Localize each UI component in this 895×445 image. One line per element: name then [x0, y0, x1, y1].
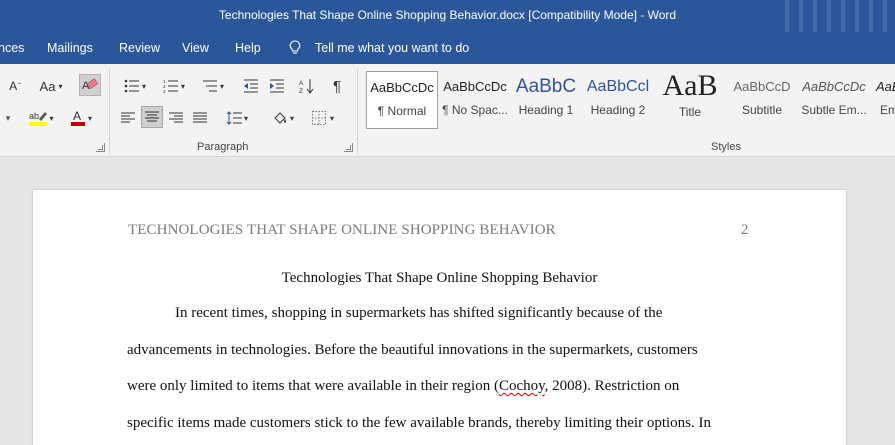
numbering-icon: 1 2 3	[163, 79, 178, 93]
lightbulb-icon[interactable]	[289, 40, 301, 56]
ribbon: Aˇ Aa ▾ A ▾ ab ▾ A ▾ ▾ 1 2 3 ▾ ▾ A Z ¶ ▾…	[0, 64, 895, 157]
window-title: Technologies That Shape Online Shopping …	[218, 8, 677, 22]
font-color-button[interactable]: A ▾	[64, 108, 98, 128]
clear-formatting-button[interactable]: A	[79, 74, 101, 96]
running-header: TECHNOLOGIES THAT SHAPE ONLINE SHOPPING …	[128, 222, 556, 238]
svg-text:Z: Z	[299, 88, 303, 94]
style-label: ¶ Normal	[377, 104, 427, 118]
borders-icon	[311, 111, 326, 125]
style-label: Subtitle	[741, 103, 783, 117]
style-preview: AaBbC	[515, 76, 577, 97]
style-normal[interactable]: AaBbCcDc ¶ Normal	[366, 71, 438, 129]
tab-references[interactable]: nces	[0, 41, 24, 55]
borders-button[interactable]: ▾	[306, 108, 340, 128]
body-text: were only limited to items that were ava…	[127, 378, 499, 394]
style-preview: AaBbCcDc	[876, 79, 895, 94]
divider	[357, 68, 358, 154]
text-effects-chevron-icon[interactable]: ▾	[0, 108, 16, 128]
document-page[interactable]: TECHNOLOGIES THAT SHAPE ONLINE SHOPPING …	[33, 190, 846, 445]
sort-icon: A Z	[299, 79, 314, 94]
multilevel-list-icon	[202, 80, 217, 92]
eraser-icon: A	[82, 78, 98, 92]
style-label: Heading 2	[590, 103, 646, 117]
svg-text:A: A	[73, 109, 81, 123]
title-bar-pattern	[775, 0, 895, 32]
style-subtitle[interactable]: AaBbCcD Subtitle	[726, 71, 798, 129]
align-right-icon	[169, 112, 183, 123]
style-label: ¶ No Spac...	[442, 103, 508, 117]
decrease-indent-button[interactable]	[240, 76, 262, 96]
body-line: advancements in technologies. Before the…	[127, 342, 698, 358]
numbering-button[interactable]: 1 2 3 ▾	[157, 76, 191, 96]
style-preview: AaBbCcl	[586, 78, 650, 95]
line-spacing-icon	[226, 111, 242, 125]
justify-button[interactable]	[190, 108, 210, 128]
document-title: Technologies That Shape Online Shopping …	[281, 270, 598, 286]
style-preview: AaBbCcDc	[802, 79, 866, 94]
align-center-icon	[145, 111, 159, 122]
style-title[interactable]: AaB Title	[654, 71, 726, 129]
style-preview: AaBbCcDc	[370, 80, 434, 95]
tab-mailings[interactable]: Mailings	[47, 41, 93, 55]
line-spacing-button[interactable]: ▾	[220, 108, 254, 128]
justify-icon	[193, 112, 207, 123]
style-label: Heading 1	[518, 103, 574, 117]
body-text: , 2008). Restriction on	[544, 378, 680, 394]
style-label: Subtle Em...	[801, 103, 867, 117]
divider	[109, 68, 110, 154]
svg-text:A: A	[299, 80, 304, 87]
style-label: Em	[880, 103, 895, 117]
page-number: 2	[741, 222, 749, 238]
bullets-button[interactable]: ▾	[118, 76, 152, 96]
pilcrow-icon: ¶	[332, 77, 342, 95]
style-heading-1[interactable]: AaBbC Heading 1	[510, 71, 582, 129]
style-label: Title	[678, 105, 702, 119]
paint-bucket-icon	[274, 112, 286, 124]
style-preview: AaB	[662, 71, 718, 102]
styles-group-label: Styles	[711, 141, 741, 153]
ribbon-tabs: nces Mailings Review View Help Tell me w…	[0, 32, 895, 64]
body-line: were only limited to items that were ava…	[127, 378, 679, 395]
change-case-button[interactable]: Aa ▾	[34, 76, 68, 96]
spelling-flagged-word[interactable]: Cochoy	[499, 378, 545, 394]
font-color-icon: A	[70, 109, 85, 126]
increase-indent-button[interactable]	[266, 76, 288, 96]
tab-view[interactable]: View	[182, 41, 209, 55]
tell-me-search[interactable]: Tell me what you want to do	[315, 41, 469, 55]
paragraph-dialog-launcher[interactable]	[344, 143, 353, 152]
align-left-icon	[121, 112, 135, 123]
body-line: specific items made customers stick to t…	[127, 415, 712, 431]
style-preview: AaBbCcDc	[443, 79, 507, 94]
shrink-font-button[interactable]: Aˇ	[4, 76, 26, 96]
style-heading-2[interactable]: AaBbCcl Heading 2	[582, 71, 654, 129]
shading-button[interactable]: ▾	[266, 108, 300, 128]
paragraph-group-label: Paragraph	[197, 141, 249, 153]
sort-button[interactable]: A Z	[296, 76, 318, 96]
font-dialog-launcher[interactable]	[96, 143, 105, 152]
bullets-icon	[124, 79, 139, 93]
align-center-button[interactable]	[141, 106, 163, 128]
tab-review[interactable]: Review	[119, 41, 160, 55]
show-formatting-marks-button[interactable]: ¶	[326, 76, 348, 96]
tab-help[interactable]: Help	[235, 41, 261, 55]
body-line: In recent times, shopping in supermarket…	[175, 305, 663, 321]
svg-text:ab: ab	[29, 111, 39, 121]
style-subtle-emphasis[interactable]: AaBbCcDc Subtle Em...	[798, 71, 870, 129]
change-case-label: Aa	[39, 78, 56, 94]
align-right-button[interactable]	[166, 108, 186, 128]
chevron-down-icon: ▾	[58, 81, 63, 91]
decrease-indent-icon	[244, 79, 258, 93]
highlighter-icon: ab	[29, 111, 48, 126]
increase-indent-icon	[270, 79, 284, 93]
style-no-spacing[interactable]: AaBbCcDc ¶ No Spac...	[439, 71, 511, 129]
multilevel-list-button[interactable]: ▾	[196, 76, 230, 96]
align-left-button[interactable]	[118, 108, 138, 128]
title-bar: Technologies That Shape Online Shopping …	[0, 0, 895, 32]
style-emphasis[interactable]: AaBbCcDc Em	[872, 71, 895, 129]
style-preview: AaBbCcD	[733, 79, 791, 94]
highlight-color-button[interactable]: ab ▾	[24, 108, 58, 128]
svg-text:3: 3	[163, 89, 166, 93]
